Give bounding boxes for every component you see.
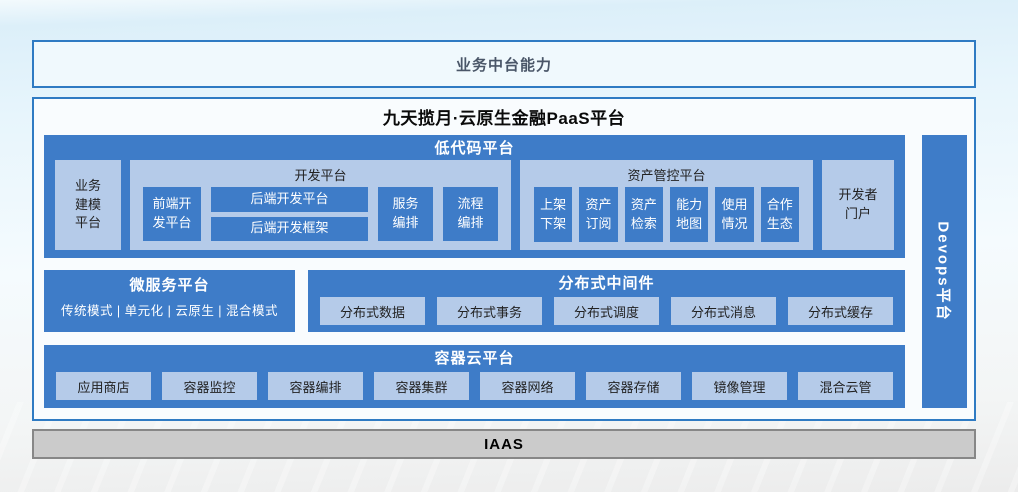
service-orchestration-label: 服务 编排	[392, 195, 418, 233]
business-modeling-label: 业务 建模 平台	[75, 177, 101, 234]
distributed-middleware-section: 分布式中间件 分布式数据 分布式事务 分布式调度 分布式消息 分布式缓存	[308, 270, 905, 332]
container-storage-box: 容器存储	[586, 372, 681, 400]
distributed-scheduling-box: 分布式调度	[554, 297, 659, 325]
microservice-modes-label: 传统模式 | 单元化 | 云原生 | 混合模式	[44, 300, 295, 319]
backend-dev-framework-box: 后端开发框架	[211, 217, 368, 242]
business-midplatform-label: 业务中台能力	[456, 54, 552, 75]
backend-dev-platform-box: 后端开发平台	[211, 187, 368, 212]
asset-control-group: 资产管控平台 上架 下架 资产 订阅 资产 检索 能力 地图 使用 情况 合作 …	[520, 160, 813, 250]
usage-status-box: 使用 情况	[715, 187, 753, 242]
distributed-transaction-box: 分布式事务	[437, 297, 542, 325]
container-cloud-title: 容器云平台	[44, 345, 905, 369]
service-orchestration-box: 服务 编排	[378, 187, 433, 241]
platform-title: 九天揽月·云原生金融PaaS平台	[34, 104, 974, 129]
process-orchestration-box: 流程 编排	[443, 187, 498, 241]
asset-search-box: 资产 检索	[625, 187, 663, 242]
lowcode-platform-title: 低代码平台	[44, 135, 905, 159]
frontend-dev-platform-box: 前端开 发平台	[143, 187, 201, 241]
distributed-cache-box: 分布式缓存	[788, 297, 893, 325]
dev-platform-title: 开发平台	[130, 160, 511, 187]
paas-platform-container: 九天揽月·云原生金融PaaS平台 低代码平台 业务 建模 平台 开发平台 前端开…	[32, 97, 976, 421]
devops-platform-label: Devops平台	[934, 221, 955, 321]
business-modeling-platform-box: 业务 建模 平台	[55, 160, 121, 250]
distributed-data-box: 分布式数据	[320, 297, 425, 325]
developer-portal-box: 开发者 门户	[822, 160, 894, 250]
container-cloud-items: 应用商店 容器监控 容器编排 容器集群 容器网络 容器存储 镜像管理 混合云管	[44, 369, 905, 400]
architecture-diagram: 业务中台能力 九天揽月·云原生金融PaaS平台 低代码平台 业务 建模 平台 开…	[0, 0, 1018, 492]
container-cloud-section: 容器云平台 应用商店 容器监控 容器编排 容器集群 容器网络 容器存储 镜像管理…	[44, 345, 905, 408]
container-network-box: 容器网络	[480, 372, 575, 400]
container-orchestration-box: 容器编排	[268, 372, 363, 400]
hybrid-cloud-mgmt-box: 混合云管	[798, 372, 893, 400]
asset-control-items: 上架 下架 资产 订阅 资产 检索 能力 地图 使用 情况 合作 生态	[520, 187, 813, 250]
dev-platform-group: 开发平台 前端开 发平台 后端开发平台 后端开发框架 服务 编排	[130, 160, 511, 250]
distributed-messaging-box: 分布式消息	[671, 297, 776, 325]
frontend-dev-label: 前端开 发平台	[152, 195, 191, 233]
lowcode-row: 业务 建模 平台 开发平台 前端开 发平台 后端开发平台 后端开发框架 服务 编	[44, 159, 905, 250]
distributed-middleware-title: 分布式中间件	[308, 270, 905, 294]
capability-map-box: 能力 地图	[670, 187, 708, 242]
iaas-bar: IAAS	[32, 429, 976, 459]
business-midplatform-banner: 业务中台能力	[32, 40, 976, 88]
asset-onoff-shelf-box: 上架 下架	[534, 187, 572, 242]
app-store-box: 应用商店	[56, 372, 151, 400]
iaas-label: IAAS	[484, 436, 524, 453]
image-management-box: 镜像管理	[692, 372, 787, 400]
backend-stack: 后端开发平台 后端开发框架	[211, 187, 368, 241]
asset-control-title: 资产管控平台	[520, 160, 813, 187]
container-monitoring-box: 容器监控	[162, 372, 257, 400]
asset-subscription-box: 资产 订阅	[579, 187, 617, 242]
dev-platform-items: 前端开 发平台 后端开发平台 后端开发框架 服务 编排 流程 编排	[130, 187, 511, 250]
process-orchestration-label: 流程 编排	[457, 195, 483, 233]
middleware-items: 分布式数据 分布式事务 分布式调度 分布式消息 分布式缓存	[308, 294, 905, 325]
microservice-platform-section: 微服务平台 传统模式 | 单元化 | 云原生 | 混合模式	[44, 270, 295, 332]
container-cluster-box: 容器集群	[374, 372, 469, 400]
microservice-platform-title: 微服务平台	[44, 270, 295, 296]
cooperation-ecosystem-box: 合作 生态	[761, 187, 799, 242]
devops-platform-bar: Devops平台	[922, 135, 967, 408]
developer-portal-label: 开发者 门户	[838, 186, 877, 224]
lowcode-platform-section: 低代码平台 业务 建模 平台 开发平台 前端开 发平台 后端开发平台 后端开发框…	[44, 135, 905, 258]
